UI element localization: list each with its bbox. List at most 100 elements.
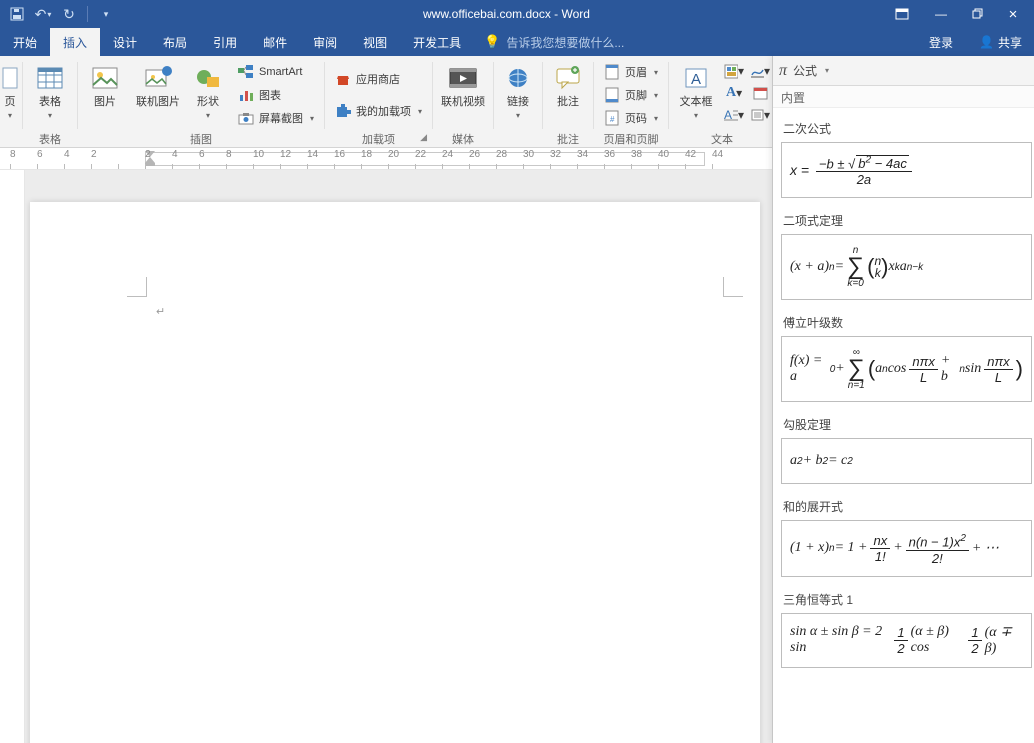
text-box-icon: A	[680, 62, 712, 94]
ruler-tick: 42	[685, 148, 705, 169]
group-links: 链接▾	[494, 56, 542, 147]
shapes-button[interactable]: 形状▾	[186, 58, 230, 120]
equation-item-title: 和的展开式	[779, 492, 1034, 520]
ruler-tick: 4	[64, 148, 84, 169]
my-addins-button[interactable]: 我的加载项▾	[331, 100, 426, 122]
wordart-icon[interactable]: A▾	[724, 83, 744, 103]
ruler-tick: 6	[37, 148, 57, 169]
ruler-tick: 44	[712, 148, 732, 169]
tab-mailings[interactable]: 邮件	[250, 28, 300, 56]
ruler-tick	[118, 148, 138, 169]
tab-review[interactable]: 审阅	[300, 28, 350, 56]
restore-button[interactable]	[960, 3, 994, 25]
equation-section-builtin: 内置	[773, 86, 1034, 108]
tab-layout[interactable]: 布局	[150, 28, 200, 56]
comment-button[interactable]: 批注	[545, 58, 591, 109]
group-addins: 应用商店 我的加载项▾ 加载项◢	[325, 56, 432, 147]
equation-item-expansion[interactable]: (1 + x)n = 1 + nx1! + n(n − 1)x22! + ⋯	[781, 520, 1032, 576]
links-button[interactable]: 链接▾	[496, 58, 540, 120]
group-header-footer: 页眉▾ 页脚▾ # 页码▾ 页眉和页脚	[594, 56, 668, 147]
online-video-button[interactable]: 联机视频	[435, 58, 491, 109]
tab-view[interactable]: 视图	[350, 28, 400, 56]
qat-customize-icon[interactable]: ▾	[95, 3, 117, 25]
equation-item-fourier[interactable]: f(x) = a0 + ∞∑n=1 (an cos nπxL + bn sin …	[781, 336, 1032, 402]
window-title: www.officebai.com.docx - Word	[123, 7, 890, 21]
tab-insert[interactable]: 插入	[50, 28, 100, 56]
document-page[interactable]: ↵	[30, 202, 760, 743]
tab-start[interactable]: 开始	[0, 28, 50, 56]
drop-cap-icon[interactable]: A▾	[724, 105, 744, 125]
equation-item-quadratic[interactable]: x = −b ± √b2 − 4ac 2a	[781, 142, 1032, 198]
table-icon	[34, 62, 66, 94]
ribbon-display-options-icon[interactable]	[890, 3, 914, 25]
ruler-tick: 14	[307, 148, 327, 169]
pictures-icon	[89, 62, 121, 94]
tab-design[interactable]: 设计	[100, 28, 150, 56]
share-label: 共享	[998, 34, 1022, 51]
ruler-tick: 18	[361, 148, 381, 169]
online-pictures-button[interactable]: 联机图片	[130, 58, 186, 109]
equation-gallery-list[interactable]: 二次公式 x = −b ± √b2 − 4ac 2a 二项式定理 (x + a)…	[773, 108, 1034, 743]
group-label-illustrations: 插图	[80, 131, 322, 147]
date-time-icon[interactable]	[750, 83, 770, 103]
object-icon[interactable]: ▾	[750, 105, 770, 125]
smartart-button[interactable]: SmartArt	[234, 61, 318, 83]
ruler-tick: 30	[523, 148, 543, 169]
share-button[interactable]: 👤 共享	[967, 28, 1034, 56]
addins-launcher-icon[interactable]: ◢	[420, 132, 427, 143]
ruler-tick: 40	[658, 148, 678, 169]
equation-item-pythagoras[interactable]: a2 + b2 = c2	[781, 438, 1032, 484]
quick-parts-icon[interactable]: ▾	[724, 61, 744, 81]
vertical-ruler[interactable]	[0, 170, 25, 743]
window-controls: — ×	[924, 3, 1034, 25]
share-icon: 👤	[979, 35, 994, 49]
ruler-tick: 28	[496, 148, 516, 169]
equation-dropdown-button[interactable]: π 公式 ▾	[773, 56, 1034, 86]
equation-item-binomial[interactable]: (x + a)n = n∑k=0 (nk) xkan−k	[781, 234, 1032, 300]
ruler-tick: 2	[91, 148, 111, 169]
chart-button[interactable]: 图表	[234, 84, 318, 106]
text-box-button[interactable]: A 文本框▾	[671, 58, 721, 120]
table-button[interactable]: 表格▾	[25, 58, 75, 120]
tab-references[interactable]: 引用	[200, 28, 250, 56]
close-button[interactable]: ×	[996, 3, 1030, 25]
ruler-tick: 38	[631, 148, 651, 169]
header-button[interactable]: 页眉▾	[600, 61, 662, 83]
online-video-icon	[447, 62, 479, 94]
signature-line-icon[interactable]: ▾	[750, 61, 770, 81]
group-label-media: 媒体	[435, 131, 491, 147]
my-addins-icon	[335, 103, 351, 119]
svg-text:A: A	[691, 71, 701, 88]
margin-corner-tl	[127, 277, 147, 297]
ruler-tick: 26	[469, 148, 489, 169]
ruler-tick: 34	[577, 148, 597, 169]
screenshot-button[interactable]: 屏幕截图▾	[234, 107, 318, 129]
ruler-tick: 22	[415, 148, 435, 169]
tell-me-input[interactable]: 告诉我您想要做什么...	[506, 34, 624, 51]
group-label-text: 文本	[671, 131, 773, 147]
ruler-tick: 32	[550, 148, 570, 169]
equation-item-title: 二项式定理	[779, 206, 1034, 234]
pi-icon: π	[779, 62, 787, 80]
pictures-button[interactable]: 图片	[80, 58, 130, 109]
ruler-tick: 12	[280, 148, 300, 169]
minimize-button[interactable]: —	[924, 3, 958, 25]
cover-page-button[interactable]: 页▾	[0, 58, 20, 120]
screenshot-icon	[238, 110, 254, 126]
ruler-tick: 24	[442, 148, 462, 169]
equation-item-trig1[interactable]: sin α ± sin β = 2 sin 12(α ± β) cos 12(α…	[781, 613, 1032, 668]
equation-item-title: 三角恒等式 1	[779, 585, 1034, 613]
store-button[interactable]: 应用商店	[331, 68, 426, 90]
footer-button[interactable]: 页脚▾	[600, 84, 662, 106]
comment-icon	[552, 62, 584, 94]
tab-developer[interactable]: 开发工具	[400, 28, 474, 56]
save-icon[interactable]	[6, 3, 28, 25]
undo-icon[interactable]: ↶▾	[32, 3, 54, 25]
signin-button[interactable]: 登录	[915, 28, 967, 56]
redo-icon[interactable]: ↻	[58, 3, 80, 25]
group-comments: 批注 批注	[543, 56, 593, 147]
quick-access-toolbar: ↶▾ ↻ ▾	[0, 3, 123, 25]
page-number-button[interactable]: # 页码▾	[600, 107, 662, 129]
group-illustrations: 图片 联机图片 形状▾ SmartArt 图表	[78, 56, 324, 147]
ribbon-tabs: 开始 插入 设计 布局 引用 邮件 审阅 视图 开发工具 💡 告诉我您想要做什么…	[0, 28, 1034, 56]
